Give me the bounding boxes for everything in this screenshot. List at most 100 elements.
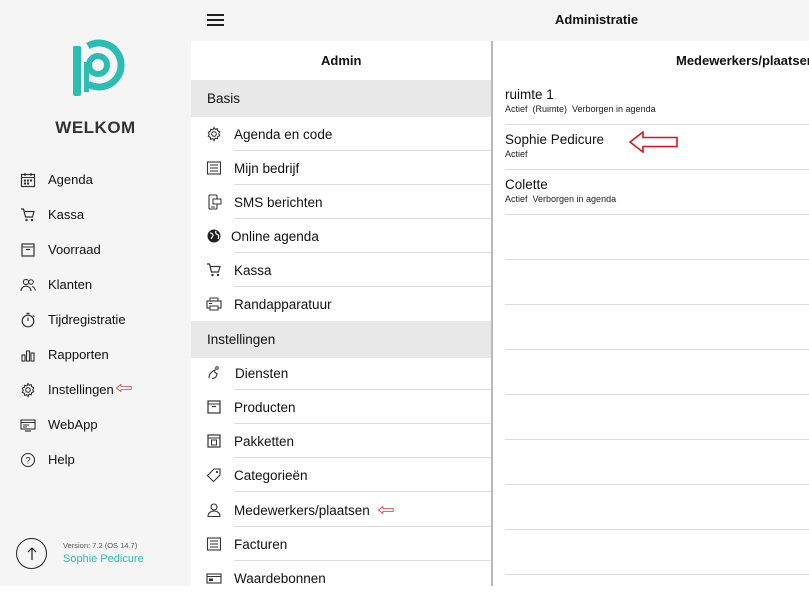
empty-row bbox=[505, 440, 809, 485]
cart-icon bbox=[207, 263, 221, 277]
power-icon bbox=[27, 546, 36, 560]
gear-icon bbox=[207, 126, 221, 142]
menu-item-label: Mijn bedrijf bbox=[234, 160, 300, 176]
employee-row[interactable]: ruimte 1 Actief (Ruimte) Verborgen in ag… bbox=[505, 80, 809, 125]
employee-status: Actief Verborgen in agenda bbox=[505, 194, 617, 204]
empty-row bbox=[505, 260, 809, 305]
help-icon: ? bbox=[20, 452, 36, 467]
menu-item-label: Online agenda bbox=[231, 228, 319, 244]
admin-panel: Admin Basis Agenda en code Mijn bedrijf … bbox=[191, 41, 491, 586]
menu-item-mijn-bedrijf[interactable]: Mijn bedrijf bbox=[191, 151, 491, 185]
bar-chart-icon bbox=[21, 349, 35, 362]
svg-text:?: ? bbox=[25, 455, 30, 466]
bottom-edge bbox=[0, 586, 809, 598]
version-label: Version: 7.2 (OS 14.7) bbox=[63, 541, 138, 550]
sidebar-item-rapporten[interactable]: Rapporten bbox=[0, 337, 191, 372]
list-icon bbox=[206, 537, 222, 551]
sidebar-item-klanten[interactable]: Klanten bbox=[0, 267, 191, 302]
stopwatch-icon bbox=[21, 312, 35, 327]
app-logo bbox=[70, 38, 126, 100]
menu-item-label: Diensten bbox=[235, 365, 289, 381]
sidebar-item-tijdregistratie[interactable]: Tijdregistratie bbox=[0, 302, 191, 337]
section-header-basis: Basis bbox=[191, 80, 491, 117]
welcome-label: WELKOM bbox=[55, 118, 136, 137]
divider bbox=[234, 491, 491, 492]
employees-panel: Medewerkers/plaatsen ruimte 1 Actief (Ru… bbox=[493, 41, 809, 586]
menu-item-sms-berichten[interactable]: SMS berichten bbox=[191, 185, 491, 219]
menu-item-medewerkers-plaatsen[interactable]: Medewerkers/plaatsen bbox=[191, 493, 491, 527]
sidebar-item-webapp[interactable]: WebApp bbox=[0, 407, 191, 442]
menu-item-label: Facturen bbox=[234, 536, 288, 552]
sidebar-item-label: Rapporten bbox=[48, 347, 109, 362]
list-icon bbox=[206, 161, 222, 175]
sidebar-item-label: Instellingen bbox=[48, 382, 114, 397]
empty-row bbox=[505, 395, 809, 440]
sidebar-item-voorraad[interactable]: Voorraad bbox=[0, 232, 191, 267]
menu-item-agenda-en-code[interactable]: Agenda en code bbox=[191, 117, 491, 151]
users-icon bbox=[20, 278, 36, 291]
sidebar-item-label: Voorraad bbox=[48, 242, 101, 257]
menu-item-label: Pakketten bbox=[234, 433, 295, 449]
employee-status: Actief (Ruimte) Verborgen in agenda bbox=[505, 104, 656, 114]
box-icon bbox=[207, 400, 221, 414]
annotation-arrow bbox=[378, 502, 394, 518]
menu-item-categorieen[interactable]: Categorieën bbox=[191, 458, 491, 492]
admin-title: Admin bbox=[321, 53, 362, 68]
sidebar-item-help[interactable]: ? Help bbox=[0, 442, 191, 477]
menu-item-randapparatuur[interactable]: Randapparatuur bbox=[191, 287, 491, 321]
employee-status: Actief bbox=[505, 149, 528, 159]
menu-item-label: Categorieën bbox=[234, 467, 308, 483]
menu-item-kassa[interactable]: Kassa bbox=[191, 253, 491, 287]
empty-row bbox=[505, 350, 809, 395]
menu-item-online-agenda[interactable]: Online agenda bbox=[191, 219, 491, 253]
cart-icon bbox=[21, 207, 35, 221]
sidebar-item-label: Klanten bbox=[48, 277, 93, 292]
sms-icon bbox=[208, 194, 222, 210]
menu-item-label: Randapparatuur bbox=[234, 296, 332, 312]
spa-icon bbox=[208, 366, 219, 380]
sidebar-item-agenda[interactable]: Agenda bbox=[0, 162, 191, 197]
employee-row[interactable]: Colette Actief Verborgen in agenda bbox=[505, 170, 809, 215]
sidebar-item-label: Help bbox=[48, 452, 75, 467]
calendar-icon bbox=[20, 172, 36, 187]
voucher-icon bbox=[206, 573, 222, 584]
empty-row bbox=[505, 305, 809, 350]
webapp-icon bbox=[20, 418, 36, 432]
sidebar: WELKOM Agenda Kassa Voorraad Klanten Tij… bbox=[0, 0, 191, 586]
menu-item-label: Producten bbox=[234, 399, 296, 415]
menu-item-label: Waardebonnen bbox=[234, 570, 326, 586]
sidebar-item-label: Agenda bbox=[48, 172, 93, 187]
sidebar-item-label: Kassa bbox=[48, 207, 85, 222]
annotation-arrow bbox=[116, 380, 132, 396]
menu-item-label: Medewerkers/plaatsen bbox=[234, 502, 370, 518]
menu-icon[interactable] bbox=[207, 14, 224, 26]
power-button[interactable] bbox=[16, 538, 47, 569]
globe-icon bbox=[207, 229, 221, 243]
sidebar-item-instellingen[interactable]: Instellingen bbox=[0, 372, 191, 407]
sidebar-nav: Agenda Kassa Voorraad Klanten Tijdregist… bbox=[0, 162, 191, 477]
gear-icon bbox=[21, 381, 35, 398]
employee-name: Sophie Pedicure bbox=[505, 132, 605, 147]
annotation-arrow bbox=[629, 131, 679, 153]
employee-row[interactable]: Sophie Pedicure Actief bbox=[505, 125, 809, 170]
top-bar: Administratie bbox=[191, 0, 809, 41]
box-icon bbox=[21, 242, 35, 257]
page-title: Administratie bbox=[555, 12, 639, 27]
menu-item-producten[interactable]: Producten bbox=[191, 390, 491, 424]
employee-name: Colette bbox=[505, 177, 548, 192]
menu-item-label: Kassa bbox=[234, 262, 272, 278]
menu-item-diensten[interactable]: Diensten bbox=[191, 356, 491, 390]
sidebar-item-label: WebApp bbox=[48, 417, 98, 432]
empty-row bbox=[505, 530, 809, 575]
sidebar-item-kassa[interactable]: Kassa bbox=[0, 197, 191, 232]
employee-name: ruimte 1 bbox=[505, 87, 554, 102]
menu-item-facturen[interactable]: Facturen bbox=[191, 527, 491, 561]
empty-row bbox=[505, 485, 809, 530]
user-name[interactable]: Sophie Pedicure bbox=[63, 553, 144, 565]
empty-row bbox=[505, 215, 809, 260]
sidebar-item-label: Tijdregistratie bbox=[48, 312, 126, 327]
employees-title: Medewerkers/plaatsen bbox=[676, 53, 809, 68]
package-icon bbox=[207, 434, 221, 448]
menu-item-pakketten[interactable]: Pakketten bbox=[191, 424, 491, 458]
person-icon bbox=[207, 503, 221, 518]
